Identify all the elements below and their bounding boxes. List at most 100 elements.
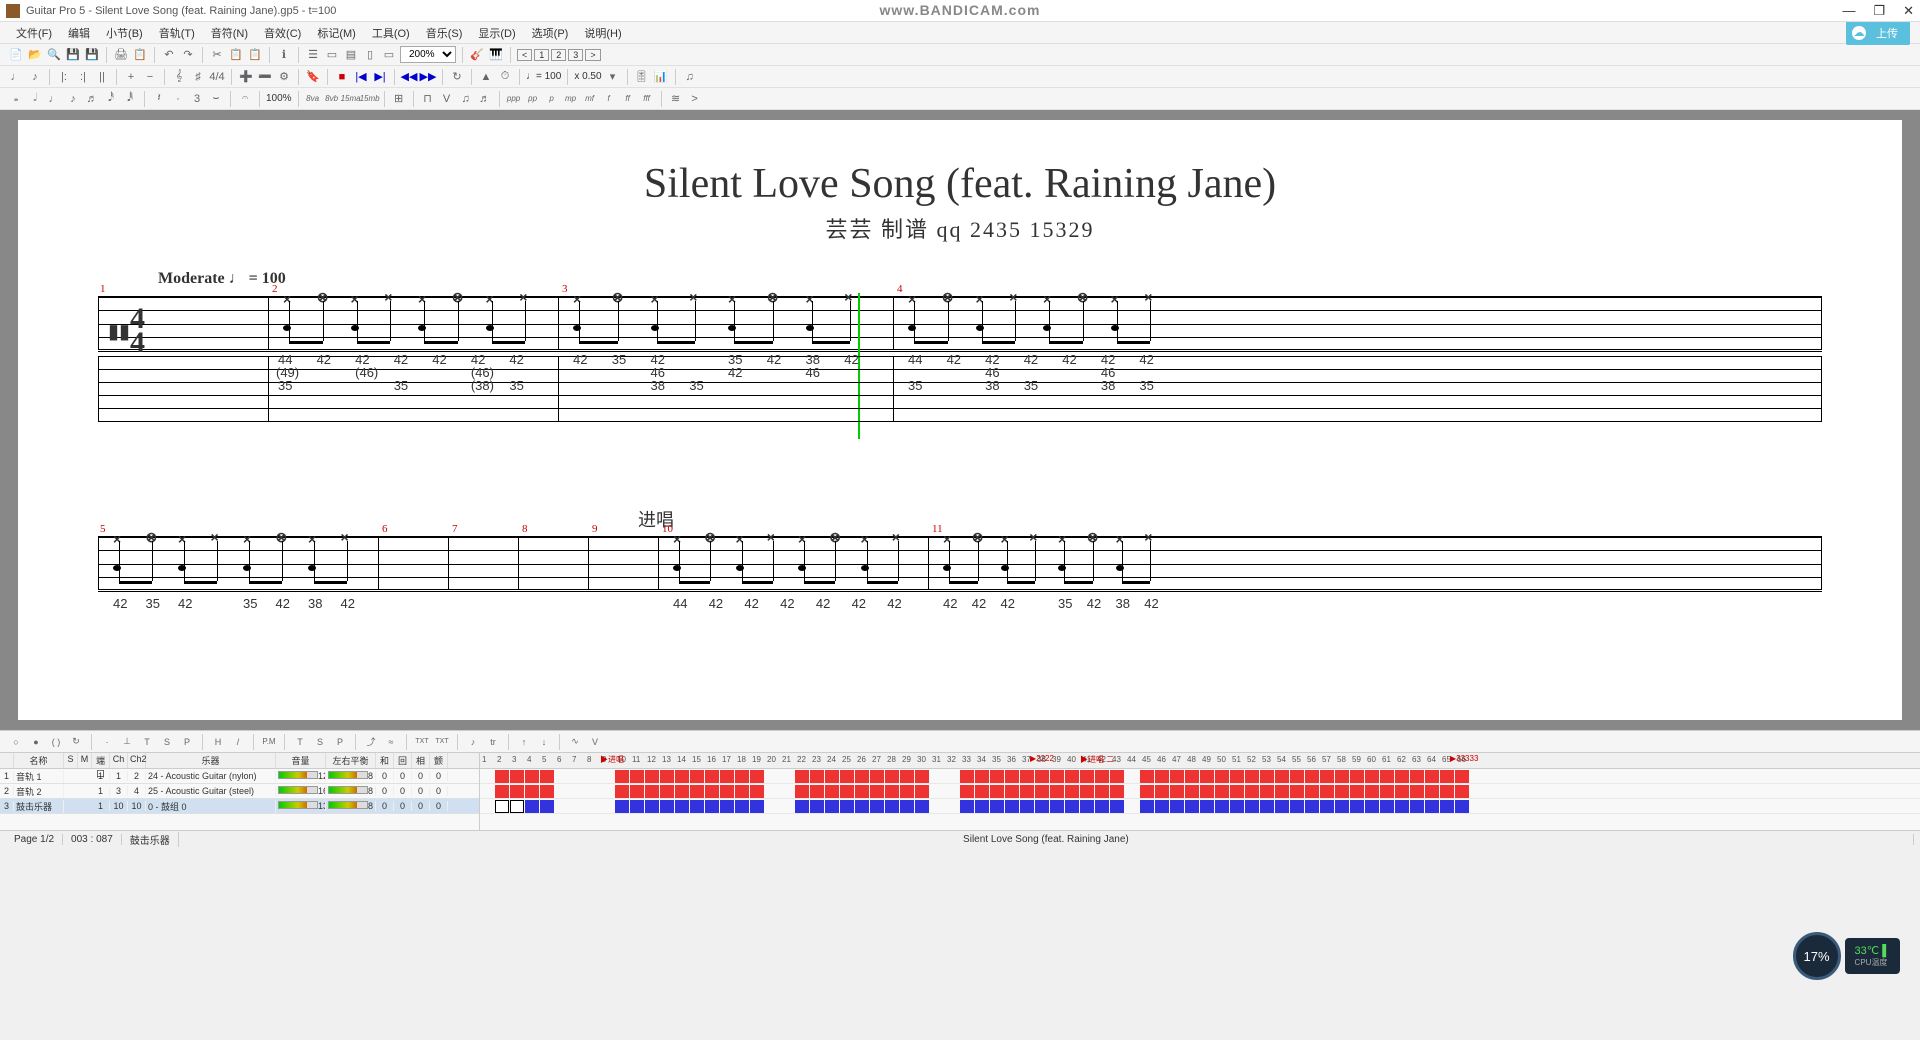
ff-icon[interactable]: ff [620,91,636,107]
quarter-note-icon[interactable]: ♩ [46,91,62,107]
timeline-marker[interactable]: ▶进唱 [600,754,624,765]
slide-icon[interactable]: / [230,734,246,750]
tie-icon[interactable]: ⌣ [208,91,224,107]
bar-end-icon[interactable]: :| [75,69,91,85]
eighth-note-icon[interactable]: ♪ [65,91,81,107]
page-2[interactable]: 2 [551,49,566,61]
marker-icon[interactable]: 🔖 [305,69,321,85]
preview-icon[interactable]: 📋 [132,47,148,63]
accent-icon[interactable]: > [687,91,703,107]
grace-icon[interactable]: ♪ [465,734,481,750]
menu-tool[interactable]: 工具(O) [366,23,416,43]
paren-icon[interactable]: ( ) [48,734,64,750]
page-next[interactable]: > [585,49,600,61]
score-area[interactable]: Silent Love Song (feat. Raining Jane) 芸芸… [0,110,1920,730]
track-prop-icon[interactable]: ⚙ [276,69,292,85]
pick-icon[interactable]: V [587,734,603,750]
vertical-icon[interactable]: ▯ [362,47,378,63]
rewind-button[interactable]: ◀◀ [401,69,417,85]
countdown-icon[interactable]: ⏱ [497,69,513,85]
timeline-marker[interactable]: ▶33333 [1450,754,1478,763]
half-note-icon[interactable]: 𝅗𝅥 [27,91,43,107]
s-icon[interactable]: S [312,734,328,750]
txt2-icon[interactable]: TXT [434,734,450,750]
8vb-icon[interactable]: 8vb [324,91,340,107]
menu-measure[interactable]: 小节(B) [100,23,149,43]
fade-icon[interactable]: ≋ [668,91,684,107]
whole-note-icon[interactable]: 𝅝 [8,91,24,107]
bar-repeat-icon[interactable]: || [94,69,110,85]
text-icon[interactable]: T [292,734,308,750]
timesig-icon[interactable]: 4/4 [209,69,225,85]
up-icon[interactable]: ↑ [516,734,532,750]
rest-icon[interactable]: 𝄽 [151,91,167,107]
ppp-icon[interactable]: ppp [506,91,522,107]
metronome-icon[interactable]: ▲ [478,69,494,85]
stop-button[interactable]: ■ [334,69,350,85]
saveas-icon[interactable]: 💾 [84,47,100,63]
page-3[interactable]: 3 [568,49,583,61]
parchment-icon[interactable]: ▤ [343,47,359,63]
txt-icon[interactable]: TXT [414,734,430,750]
tempo-display[interactable]: ♩= 100 [526,71,561,82]
menu-display[interactable]: 显示(D) [472,23,521,43]
slap-icon[interactable]: S [159,734,175,750]
down-icon[interactable]: ↓ [536,734,552,750]
timeline[interactable]: 1234567891011121314151617181920212223242… [480,753,1920,830]
track-row-3[interactable]: 3鼓击乐器110100 - 鼓组 01380000 [0,799,479,814]
horizontal-icon[interactable]: ▭ [381,47,397,63]
track-del-icon[interactable]: ➖ [257,69,273,85]
scoreinfo-icon[interactable]: ℹ [276,47,292,63]
track-row-1[interactable]: 1音轨 111224 - Acoustic Guitar (nylon)1280… [0,769,479,784]
paste-icon[interactable]: 📋 [247,47,263,63]
hammer-icon[interactable]: H [210,734,226,750]
vibrato-icon[interactable]: ∿ [567,734,583,750]
eq-icon[interactable]: 📊 [653,69,669,85]
staccato-icon[interactable]: · [99,734,115,750]
tap-icon[interactable]: T [139,734,155,750]
redo-icon[interactable]: ↷ [180,47,196,63]
beam-icon[interactable]: ♫ [458,91,474,107]
pp-icon[interactable]: pp [525,91,541,107]
loop-icon[interactable]: ↻ [449,69,465,85]
15mb-icon[interactable]: 15mb [362,91,378,107]
p2-icon[interactable]: P [332,734,348,750]
palm-mute-icon[interactable]: ⊥ [119,734,135,750]
browse-icon[interactable]: 🔍 [46,47,62,63]
pop-icon[interactable]: P [179,734,195,750]
upload-button[interactable]: ☁ 上传 [1846,21,1910,45]
upstroke-icon[interactable]: ⊓ [420,91,436,107]
maximize-button[interactable]: ❐ [1873,3,1885,19]
beam2-icon[interactable]: ♬ [477,91,493,107]
multitrack-icon[interactable]: ☰ [305,47,321,63]
keyboard-icon[interactable]: 🎹 [488,47,504,63]
tremolo-icon[interactable]: ≈ [383,734,399,750]
ghost-icon[interactable]: ○ [8,734,24,750]
menu-effect[interactable]: 音效(C) [258,23,307,43]
letring-icon[interactable]: ↻ [68,734,84,750]
voice1-icon[interactable]: ♩ [8,69,24,85]
clef-icon[interactable]: 𝄞 [171,69,187,85]
speed-trainer-icon[interactable]: ▾ [605,69,621,85]
page-1[interactable]: 1 [534,49,549,61]
menu-track[interactable]: 音轨(T) [153,23,201,43]
last-button[interactable]: ▶| [372,69,388,85]
mixer-icon[interactable]: 🎚 [634,69,650,85]
page-icon[interactable]: ▭ [324,47,340,63]
track-row-2[interactable]: 2音轨 213425 - Acoustic Guitar (steel)1680… [0,784,479,799]
sixteenth-note-icon[interactable]: ♬ [84,91,100,107]
15ma-icon[interactable]: 15ma [343,91,359,107]
voice2-icon[interactable]: ♪ [27,69,43,85]
bend-icon[interactable]: ⤴ [363,734,379,750]
keysig-icon[interactable]: ♯ [190,69,206,85]
trill-icon[interactable]: tr [485,734,501,750]
menu-music[interactable]: 音乐(S) [420,23,469,43]
forward-button[interactable]: ▶▶ [420,69,436,85]
open-icon[interactable]: 📂 [27,47,43,63]
8va-icon[interactable]: 8va [305,91,321,107]
zoom-select[interactable]: 200% [400,46,456,63]
chord-icon[interactable]: ⊞ [391,91,407,107]
menu-marker[interactable]: 标记(M) [311,23,362,43]
menu-file[interactable]: 文件(F) [10,23,58,43]
accent2-icon[interactable]: ● [28,734,44,750]
